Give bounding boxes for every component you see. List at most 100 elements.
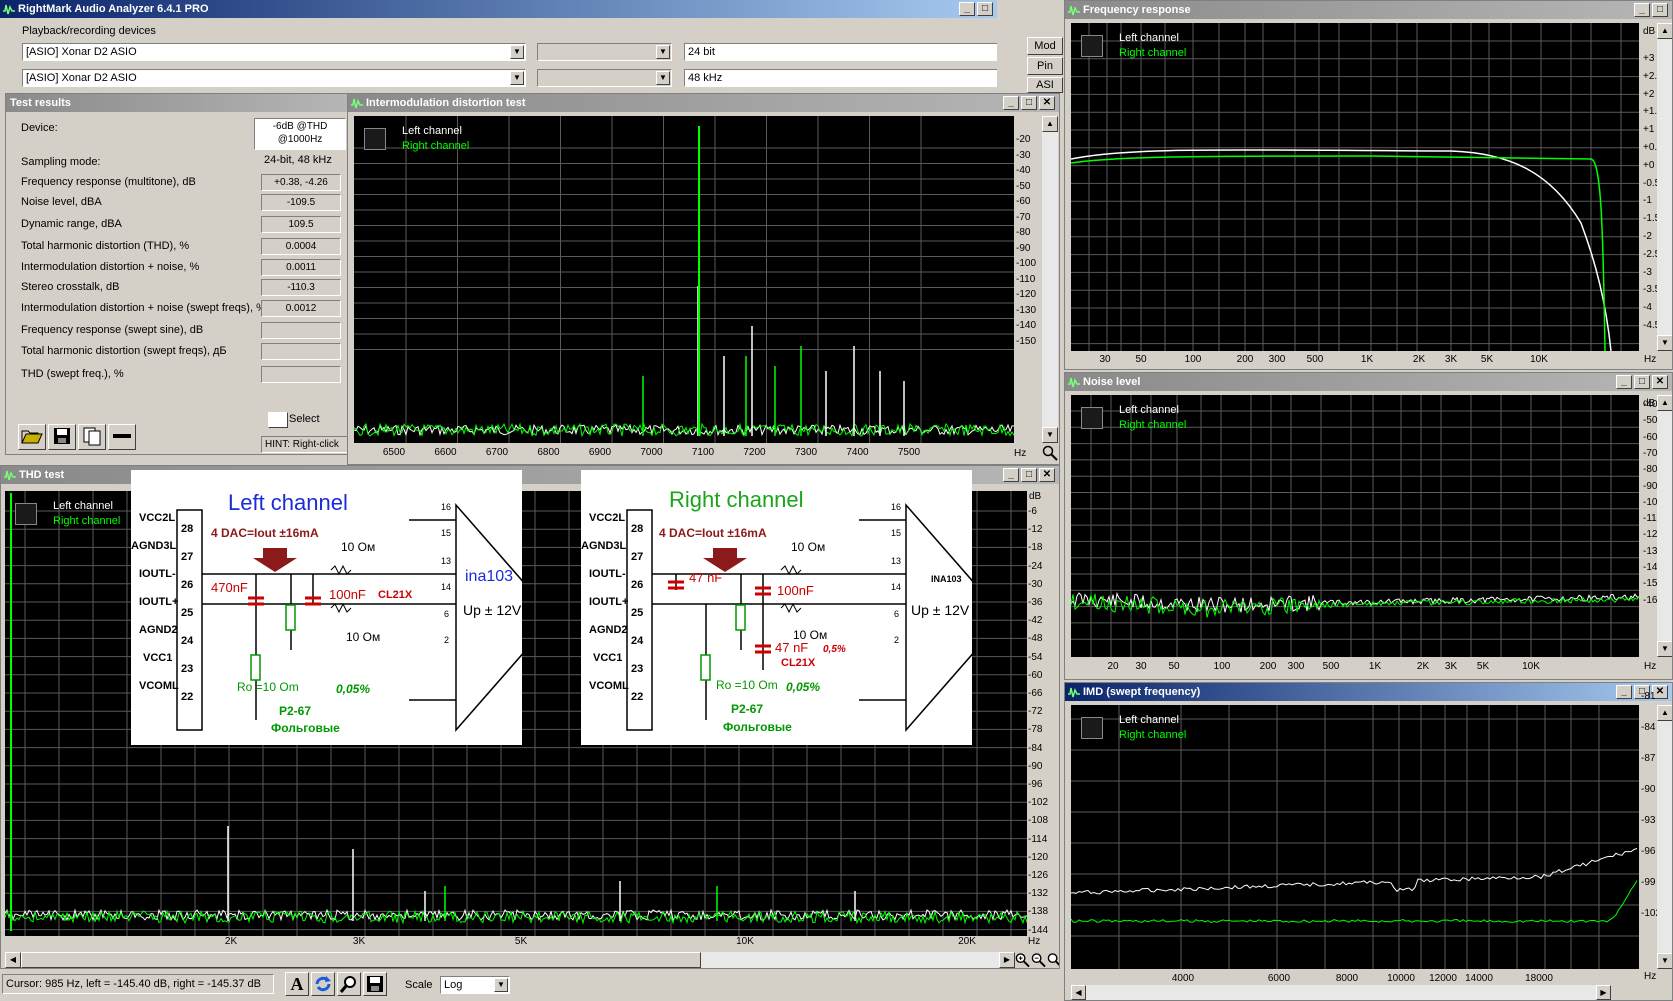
x-tick-label: 30 <box>1099 354 1111 365</box>
scroll-down-icon[interactable]: ▼ <box>1657 641 1672 657</box>
freq-title-bar: Frequency response _ □ <box>1065 1 1672 19</box>
minimize-button[interactable]: _ <box>1003 96 1019 110</box>
zoom-fit-icon[interactable] <box>1047 952 1060 968</box>
sch-cap1: 47 nF <box>689 570 723 585</box>
scroll-right-icon[interactable]: ▶ <box>1596 985 1611 1000</box>
clear-button[interactable] <box>108 424 136 450</box>
rate-select[interactable]: 48 kHz▼ <box>684 69 997 87</box>
save-button[interactable] <box>48 424 76 450</box>
legend-icon[interactable] <box>1081 35 1103 57</box>
scroll-down-icon[interactable]: ▼ <box>1657 953 1672 969</box>
maximize-button[interactable]: □ <box>1634 375 1650 389</box>
imd-vscroll[interactable]: ▲ ▼ <box>1042 116 1058 443</box>
chevron-down-icon[interactable]: ▼ <box>510 71 524 85</box>
font-button[interactable]: A <box>285 972 309 996</box>
imd-swept-plot[interactable]: Left channel Right channel <box>1071 705 1639 969</box>
legend-icon[interactable] <box>15 503 37 525</box>
noise-plot[interactable]: Left channel Right channel <box>1071 395 1639 657</box>
result-label: THD (swept freq.), % <box>21 368 124 380</box>
bits-select[interactable]: 24 bit▼ <box>684 43 997 61</box>
blank-select-1[interactable]: ▼ <box>537 43 672 61</box>
copy-button[interactable] <box>78 424 106 450</box>
thd-hscroll[interactable]: ◀ ▶ <box>5 952 1015 968</box>
chevron-down-icon[interactable]: ▼ <box>510 45 524 59</box>
left-channel-curve <box>1071 149 1612 351</box>
freq-db-label: dB <box>1643 26 1656 37</box>
zoom-out-icon[interactable] <box>1031 952 1046 968</box>
imd-plot[interactable]: Left channel Right channel <box>354 116 1014 443</box>
asio-button[interactable]: ASI <box>1027 77 1063 93</box>
sch-vcom: VCOML <box>139 680 179 692</box>
blank-select-2[interactable]: ▼ <box>537 69 672 87</box>
maximize-button[interactable]: □ <box>1021 468 1037 482</box>
y-tick-label: -36 <box>1028 597 1043 608</box>
scroll-left-icon[interactable]: ◀ <box>5 952 21 968</box>
open-button[interactable] <box>18 424 46 450</box>
scroll-down-icon[interactable]: ▼ <box>1042 427 1058 443</box>
legend-right: Right channel <box>1119 729 1187 741</box>
minimize-button[interactable]: _ <box>1616 375 1632 389</box>
pin: 28 <box>181 523 194 535</box>
freq-vscroll[interactable]: ▲ ▼ <box>1657 23 1672 351</box>
legend-right: Right channel <box>402 140 470 152</box>
close-button[interactable]: ✕ <box>1039 468 1055 482</box>
imd-swept-title: IMD (swept frequency) <box>1083 686 1201 698</box>
y-tick-label: -80 <box>1643 464 1658 476</box>
maximize-button[interactable]: □ <box>1652 3 1668 17</box>
scroll-thumb[interactable] <box>21 952 701 968</box>
select-checkbox[interactable] <box>268 412 288 428</box>
sch-ioutl-plus: IOUTL+ <box>589 596 629 608</box>
zoom-button[interactable] <box>337 972 361 996</box>
sch-up: Up ± 12V <box>463 602 522 618</box>
maximize-button[interactable]: □ <box>1021 96 1037 110</box>
legend-icon[interactable] <box>1081 717 1103 739</box>
sch-res-type: P2-67 <box>279 704 312 718</box>
scroll-right-icon[interactable]: ▶ <box>999 952 1015 968</box>
scroll-up-icon[interactable]: ▲ <box>1042 116 1058 132</box>
mode-button[interactable]: Mod <box>1027 37 1063 55</box>
pin-button[interactable]: Pin <box>1027 57 1063 75</box>
chevron-down-icon[interactable]: ▼ <box>656 71 670 85</box>
x-tick-label: 1K <box>1360 354 1374 365</box>
x-tick-label: 3K <box>352 936 366 947</box>
close-button[interactable]: ✕ <box>1039 96 1055 110</box>
minimize-button[interactable]: _ <box>1634 3 1650 17</box>
zoom-in-icon[interactable] <box>1015 952 1030 968</box>
refresh-button[interactable] <box>311 972 335 996</box>
chevron-down-icon[interactable]: ▼ <box>494 978 508 992</box>
scroll-up-icon[interactable]: ▲ <box>1657 23 1672 39</box>
pin: 27 <box>631 551 644 563</box>
sch-cap-type: CL21X <box>781 657 816 669</box>
sch-cap2: 100nF <box>329 587 366 602</box>
sch-pct: 0,05% <box>786 680 821 694</box>
scroll-up-icon[interactable]: ▲ <box>1657 705 1672 721</box>
x-tick-label: 10000 <box>1387 973 1415 984</box>
imd-swept-hscroll[interactable]: ◀ ▶ <box>1071 985 1611 1000</box>
scale-select[interactable]: Log ▼ <box>440 976 510 994</box>
recording-device-select[interactable]: [ASIO] Xonar D2 ASIO ▼ <box>22 69 526 87</box>
thd-title: THD test <box>19 469 65 481</box>
sch-dac-label: 4 DAC=Iout ±16mA <box>211 526 319 540</box>
save-graph-button[interactable] <box>363 972 387 996</box>
zoom-icon[interactable] <box>1042 445 1058 461</box>
scroll-up-icon[interactable]: ▲ <box>1657 395 1672 411</box>
minimize-button[interactable]: _ <box>959 2 975 16</box>
minimize-button[interactable]: _ <box>1616 685 1632 699</box>
scroll-left-icon[interactable]: ◀ <box>1071 985 1086 1000</box>
y-tick-label: -60 <box>1028 669 1043 681</box>
imd-swept-vscroll[interactable]: ▲ ▼ <box>1657 705 1672 969</box>
noise-vscroll[interactable]: ▲ ▼ <box>1657 395 1672 657</box>
maximize-button[interactable]: □ <box>977 2 993 16</box>
legend-icon[interactable] <box>364 128 386 150</box>
freq-plot[interactable]: Left channel Right channel <box>1071 23 1639 351</box>
playback-device-select[interactable]: [ASIO] Xonar D2 ASIO ▼ <box>22 43 526 61</box>
close-button[interactable]: ✕ <box>1652 375 1668 389</box>
imd-chart <box>354 116 1014 443</box>
scroll-down-icon[interactable]: ▼ <box>1657 335 1672 351</box>
legend-icon[interactable] <box>1081 407 1103 429</box>
x-tick-label: 50 <box>1168 661 1180 672</box>
chevron-down-icon[interactable]: ▼ <box>656 45 670 59</box>
minimize-button[interactable]: _ <box>1003 468 1019 482</box>
y-tick-label: -150 <box>1016 335 1037 347</box>
y-tick-label: -18 <box>1028 542 1043 554</box>
